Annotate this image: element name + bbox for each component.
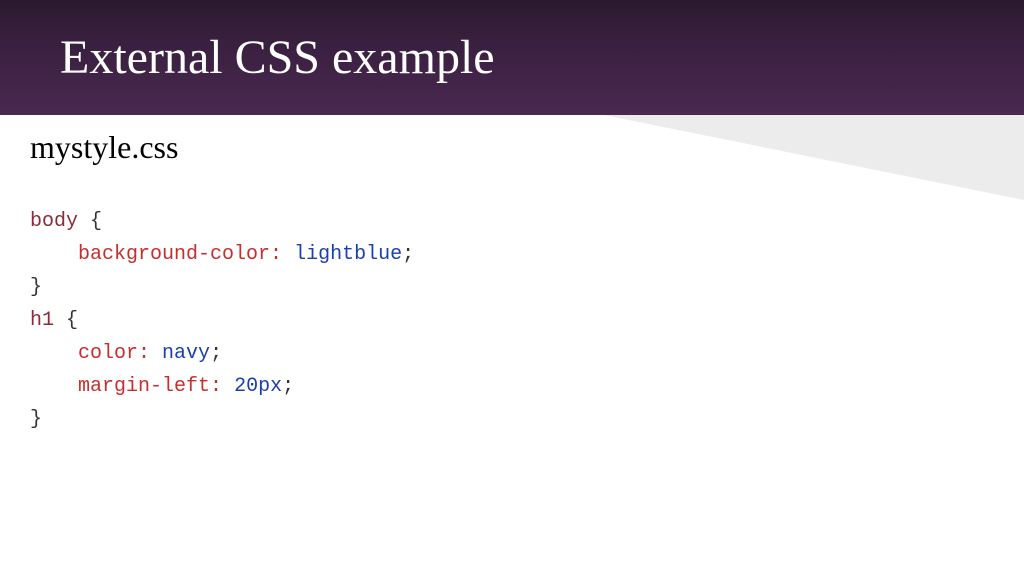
css-property: margin-left: — [78, 375, 222, 398]
css-value: 20px — [234, 375, 282, 398]
css-value: navy — [162, 342, 210, 365]
code-block: body { background-color: lightblue; } h1… — [30, 172, 964, 436]
filename-heading: mystyle.css — [30, 129, 964, 166]
css-selector: body — [30, 210, 78, 233]
semicolon: ; — [282, 375, 294, 398]
brace-close: } — [30, 276, 42, 299]
slide-content: mystyle.css body { background-color: lig… — [0, 115, 1024, 436]
code-line: h1 { — [30, 309, 78, 332]
code-line: } — [30, 408, 42, 431]
slide-title: External CSS example — [60, 30, 495, 85]
css-value: lightblue — [294, 243, 402, 266]
semicolon: ; — [402, 243, 414, 266]
semicolon: ; — [210, 342, 222, 365]
css-selector: h1 — [30, 309, 54, 332]
brace-close: } — [30, 408, 42, 431]
brace-open: { — [66, 309, 78, 332]
css-property: color: — [78, 342, 150, 365]
slide-header: External CSS example — [0, 0, 1024, 115]
brace-open: { — [90, 210, 102, 233]
code-line: background-color: lightblue; — [30, 243, 414, 266]
code-line: } — [30, 276, 42, 299]
code-line: margin-left: 20px; — [30, 375, 294, 398]
code-line: body { — [30, 210, 102, 233]
css-property: background-color: — [78, 243, 282, 266]
code-line: color: navy; — [30, 342, 222, 365]
